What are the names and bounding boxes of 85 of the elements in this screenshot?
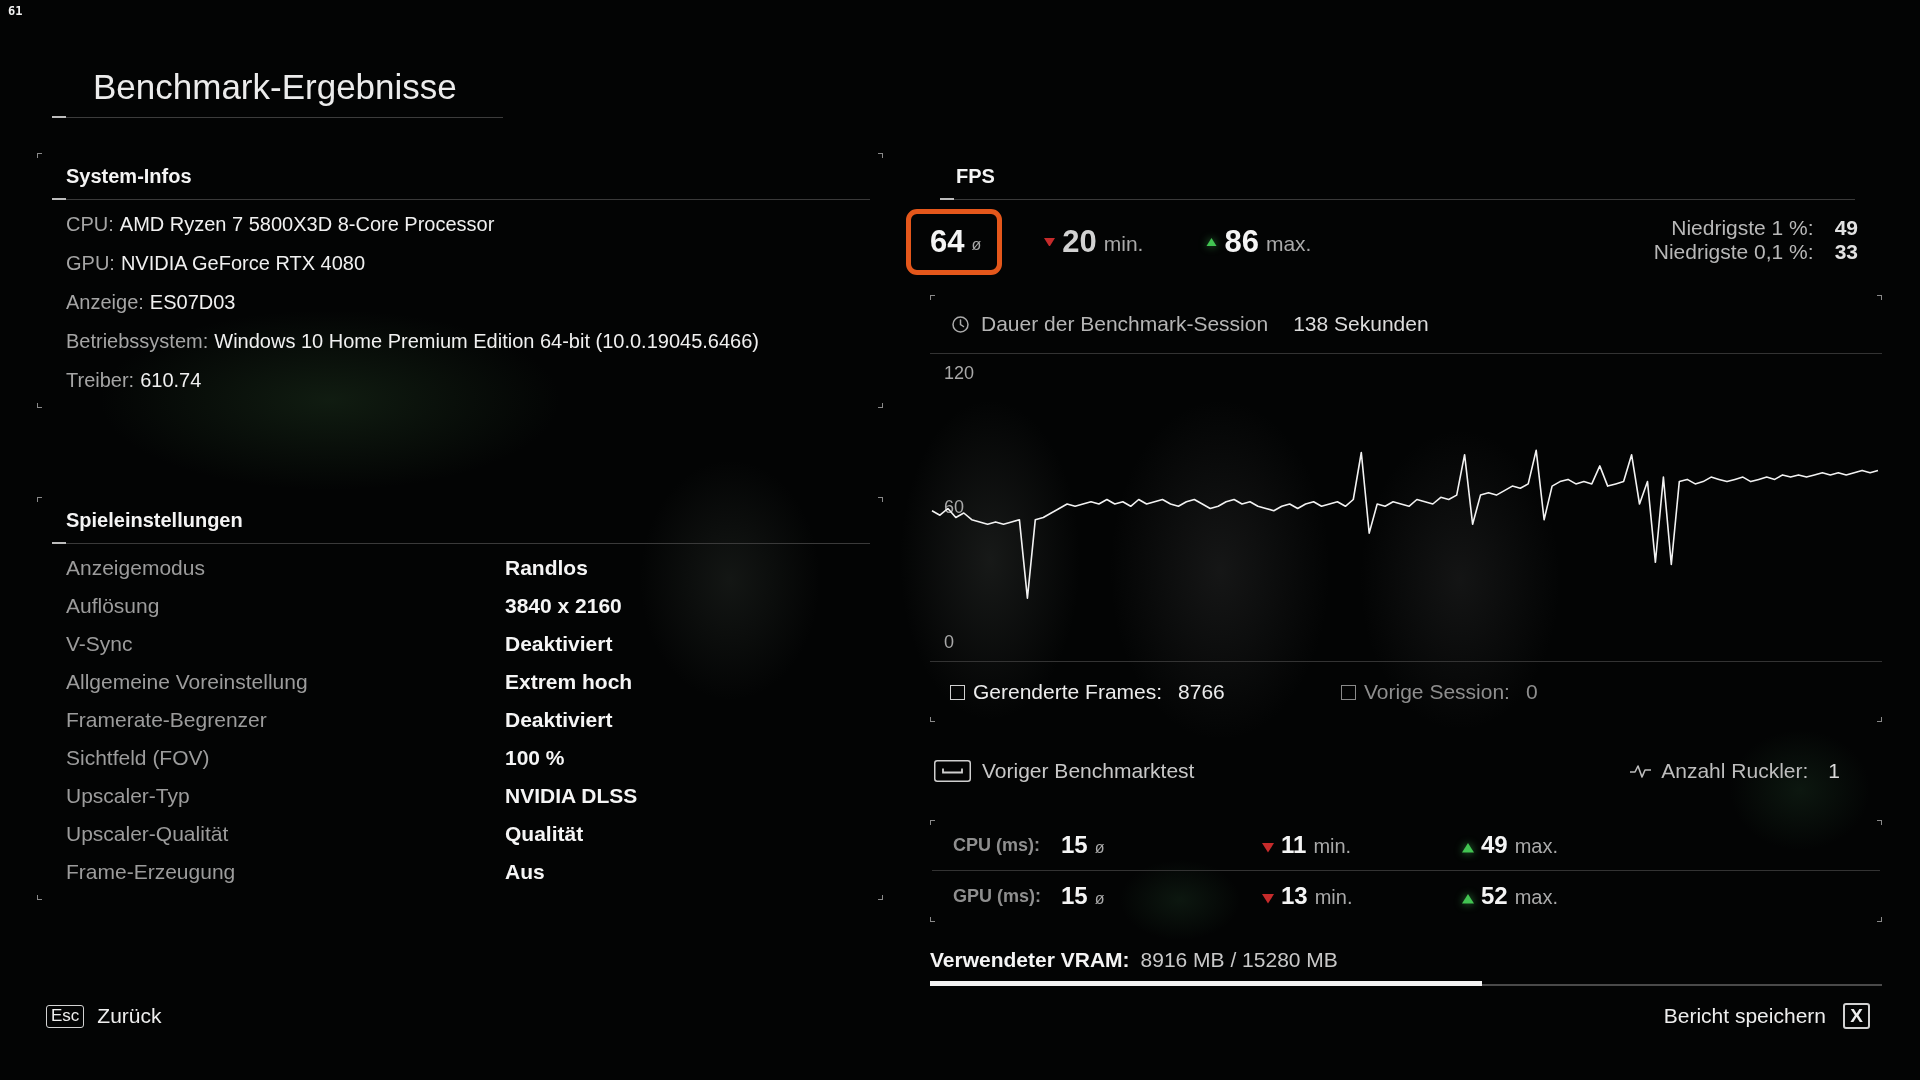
fps-value: 20 [1062,224,1097,260]
frame-time-unit: min. [1314,886,1353,909]
setting-value: NVIDIA DLSS [505,784,639,808]
setting-value: 3840 x 2160 [505,594,623,618]
setting-label: Allgemeine Voreinstellung [66,670,309,694]
info-value: ES07D03 [149,291,236,314]
section-heading: FPS [956,164,995,188]
down-triangle-icon [1262,894,1274,904]
frame-time-value: 15 [1061,831,1088,859]
legend-value: 0 [1525,680,1538,704]
low-fps-label: Niedrigste 1 %: [1670,216,1814,240]
vram-value: 8916 MB / 15280 MB [1140,948,1338,972]
up-triangle-icon [1462,894,1474,904]
section-heading: Spieleinstellungen [66,508,243,532]
page-title: Benchmark-Ergebnisse [93,66,458,108]
y-axis-tick-label: 0 [944,631,954,652]
info-label: Betriebssystem: [66,330,209,353]
y-axis-tick-label: 60 [944,497,965,518]
frame-time-value: 52 [1481,882,1508,910]
frame-time-value: 49 [1481,831,1508,859]
frame-time-value: 13 [1281,882,1308,910]
fps-value: 64 [930,224,965,260]
info-label: CPU: [66,213,114,236]
fps-value: 86 [1224,224,1259,260]
setting-label: Anzeigemodus [66,556,206,580]
info-label: Anzeige: [66,291,144,314]
y-axis-tick-label: 120 [944,362,975,383]
setting-value: Extrem hoch [505,670,634,694]
setting-value: Randlos [505,556,589,580]
legend-checkbox[interactable] [950,684,965,700]
section-heading: System-Infos [66,164,192,188]
legend-label: Gerenderte Frames: [973,680,1163,704]
down-triangle-icon [1262,843,1274,853]
legend-value: 8766 [1178,680,1225,704]
setting-label: Sichtfeld (FOV) [66,746,211,770]
info-label: Treiber: [66,369,135,392]
frame-time-unit: ø [1094,839,1105,857]
frame-time-value: 11 [1281,831,1307,859]
setting-value: Deaktiviert [505,708,614,732]
frame-time-unit: max. [1514,886,1559,909]
up-triangle-icon [1206,237,1218,247]
pulse-icon [1630,764,1652,778]
back-button[interactable]: Esc Zurück [46,1004,162,1028]
low-fps-value: 49 [1834,216,1858,240]
info-value: NVIDIA GeForce RTX 4080 [120,252,366,275]
low-fps-value: 33 [1834,239,1858,263]
stutter-count-label: Anzahl Ruckler: [1661,759,1809,783]
key-icon [934,760,971,782]
frame-time-unit: max. [1514,835,1559,858]
legend-label: Vorige Session: [1364,680,1510,704]
frame-time-unit: ø [1094,890,1105,908]
session-duration-label: Dauer der Benchmark-Session [981,312,1269,336]
setting-value: Deaktiviert [505,632,614,656]
low-fps-label: Niedrigste 0,1 %: [1653,239,1814,263]
setting-label: V-Sync [66,632,134,656]
session-duration-value: 138 Sekunden [1293,312,1429,336]
frame-time-value: 15 [1061,882,1088,910]
frame-time-label: CPU (ms): [953,834,1041,856]
previous-benchmark-button[interactable]: Voriger Benchmarktest [934,759,1195,783]
save-report-button[interactable]: Bericht speichern X [1663,1003,1870,1029]
clock-icon [952,315,969,333]
info-value: AMD Ryzen 7 5800X3D 8-Core Processor [119,213,495,236]
setting-label: Auflösung [66,594,161,618]
key-hint: X [1843,1003,1870,1029]
fps-unit: min. [1103,231,1144,256]
key-hint: Esc [46,1004,85,1028]
setting-label: Frame-Erzeugung [66,860,237,884]
up-triangle-icon [1462,843,1474,853]
info-value: 610.74 [140,369,202,392]
setting-value: 100 % [505,746,566,770]
setting-value: Qualität [505,822,585,846]
setting-label: Framerate-Begrenzer [66,708,268,732]
fps-unit: max. [1265,231,1312,256]
info-label: GPU: [66,252,115,275]
down-triangle-icon [1044,237,1056,247]
frame-time-label: GPU (ms): [953,885,1042,907]
vram-label: Verwendeter VRAM: [930,948,1130,972]
stutter-count-value: 1 [1828,759,1840,783]
setting-label: Upscaler-Qualität [66,822,230,846]
setting-value: Aus [505,860,546,884]
frame-time-unit: min. [1313,835,1352,858]
fps-unit: ø [971,236,982,254]
fps-counter-overlay: 61 [8,4,23,18]
info-value: Windows 10 Home Premium Edition 64-bit (10.0.19045.6466) [214,330,759,353]
setting-label: Upscaler-Typ [66,784,191,808]
